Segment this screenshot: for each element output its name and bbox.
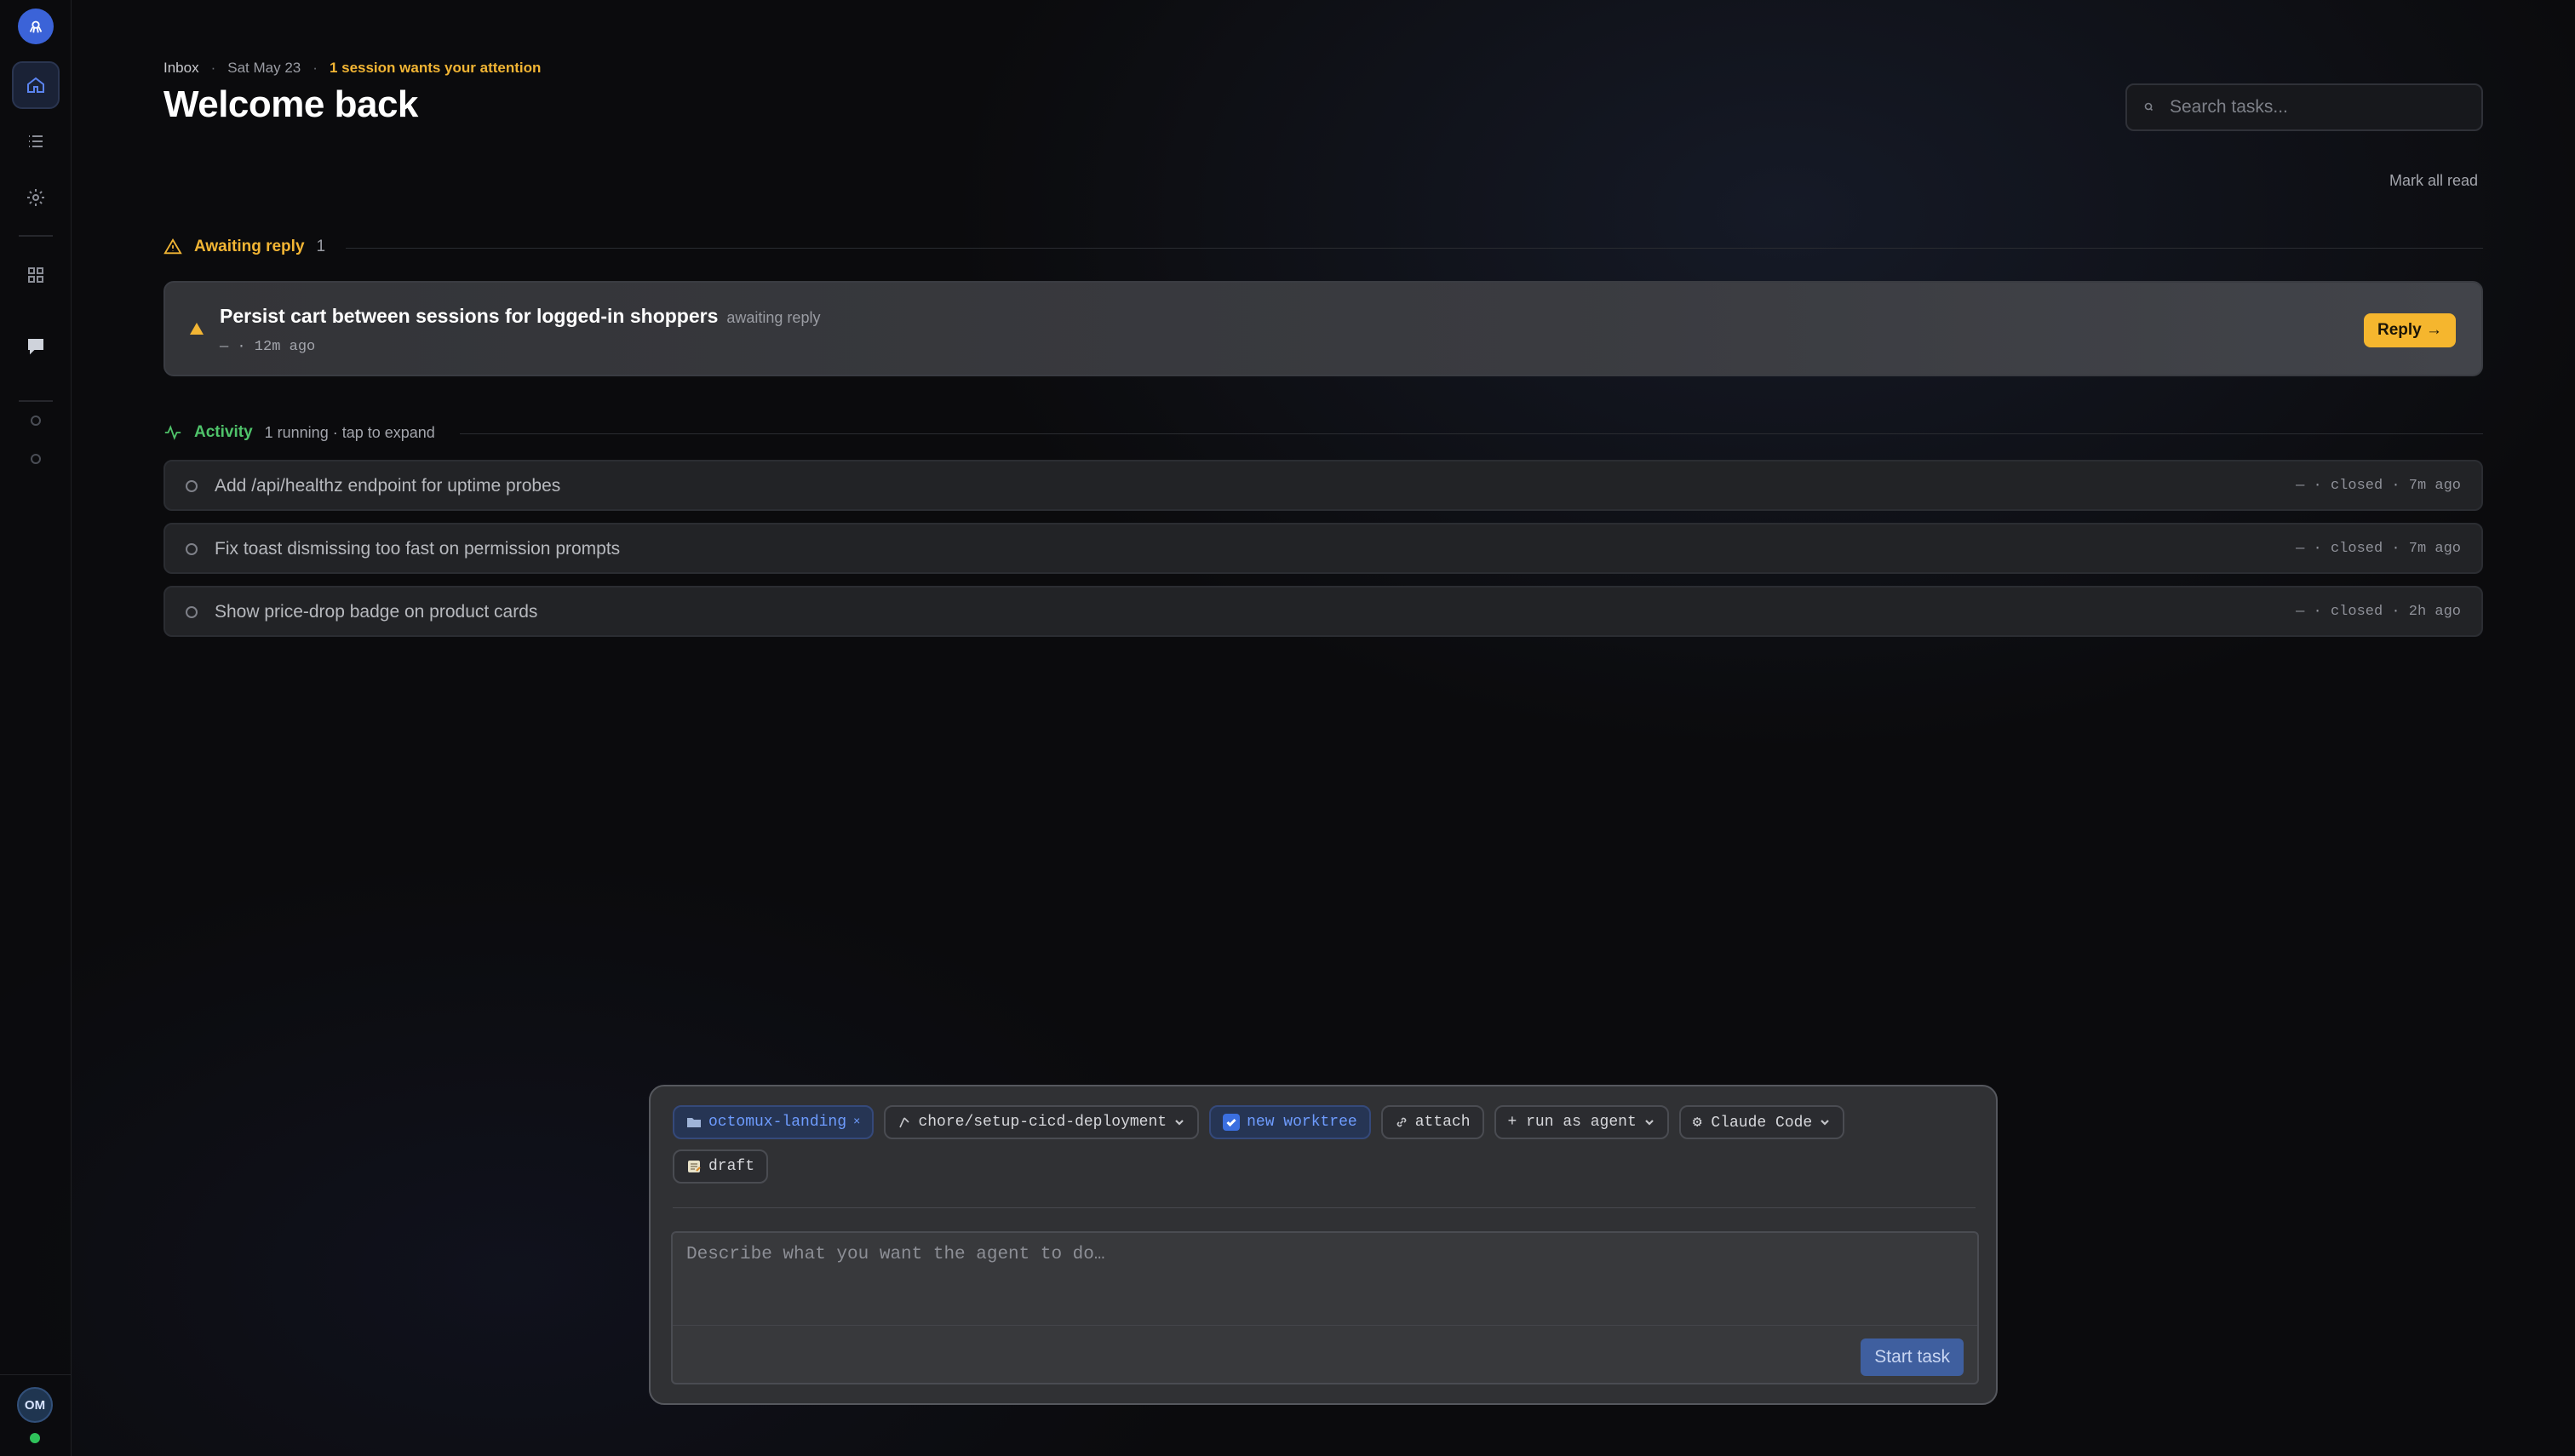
- branch-icon: [899, 1117, 910, 1128]
- search-box[interactable]: [2125, 83, 2483, 131]
- folder-icon: [687, 1118, 701, 1127]
- awaiting-section-header: Awaiting reply 1: [163, 238, 325, 256]
- avatar[interactable]: OM: [17, 1387, 53, 1423]
- section-divider: [346, 248, 2483, 249]
- agent-selector[interactable]: ⚙ Claude Code: [1678, 1105, 1845, 1139]
- task-meta: — · 12m ago: [220, 339, 316, 355]
- composer-divider: [673, 1207, 1976, 1208]
- memo-icon: [688, 1161, 701, 1172]
- activity-title: Add /api/healthz endpoint for uptime pro…: [215, 476, 561, 496]
- activity-row[interactable]: Add /api/healthz endpoint for uptime pro…: [163, 460, 2483, 511]
- breadcrumb-separator: ·: [210, 60, 216, 76]
- session-dot-icon[interactable]: [31, 454, 41, 464]
- session-dot-icon[interactable]: [31, 416, 41, 426]
- chevron-down-icon: [1644, 1120, 1654, 1126]
- attention-notice: 1 session wants your attention: [329, 60, 542, 76]
- awaiting-task-card[interactable]: Persist cart between sessions for logged…: [163, 281, 2483, 376]
- run-as-selector[interactable]: + run as agent: [1494, 1105, 1669, 1139]
- attach-button[interactable]: attach: [1380, 1105, 1484, 1139]
- agent-label: ⚙ Claude Code: [1692, 1115, 1813, 1132]
- logo-icon[interactable]: [18, 9, 54, 44]
- link-icon: [1396, 1117, 1407, 1127]
- activity-label: Activity: [194, 423, 253, 441]
- remove-repo-icon[interactable]: ×: [853, 1115, 860, 1129]
- chat-bubble-icon: [28, 339, 43, 355]
- sidebar-item-home[interactable]: [12, 61, 60, 109]
- breadcrumb-separator: ·: [313, 60, 318, 76]
- worktree-label: new worktree: [1247, 1114, 1357, 1131]
- start-task-button[interactable]: Start task: [1861, 1338, 1964, 1376]
- activity-meta: — · closed · 7m ago: [2296, 478, 2461, 494]
- task-title: Persist cart between sessions for logged…: [220, 305, 820, 328]
- warning-icon: [163, 238, 182, 255]
- sidebar-item-tasks[interactable]: [12, 118, 60, 165]
- activity-row[interactable]: Show price-drop badge on product cards —…: [163, 586, 2483, 637]
- breadcrumb-inbox[interactable]: Inbox: [163, 60, 199, 77]
- status-circle-icon: [186, 606, 198, 618]
- breadcrumb: Inbox · Sat May 23 · 1 session wants you…: [163, 60, 541, 77]
- warning-icon: [190, 323, 204, 335]
- task-title-text: Persist cart between sessions for logged…: [220, 305, 719, 327]
- sidebar-divider: [19, 400, 53, 402]
- sidebar-item-settings[interactable]: [12, 174, 60, 221]
- gear-icon: [27, 189, 44, 206]
- current-date: Sat May 23: [227, 60, 301, 76]
- activity-subtitle[interactable]: 1 running · tap to expand: [265, 424, 435, 442]
- draft-chip[interactable]: draft: [673, 1149, 769, 1184]
- chevron-down-icon: [1175, 1120, 1184, 1126]
- awaiting-label: Awaiting reply: [194, 238, 305, 255]
- sidebar: OM: [0, 0, 72, 1456]
- search-input[interactable]: [2170, 97, 2459, 118]
- awaiting-count: 1: [316, 238, 326, 255]
- task-composer: octomux-landing × chore/setup-cicd-deplo…: [649, 1085, 1998, 1405]
- repo-chip[interactable]: octomux-landing ×: [673, 1105, 875, 1139]
- online-status-icon: [30, 1433, 40, 1443]
- branch-selector[interactable]: chore/setup-cicd-deployment: [884, 1105, 1200, 1139]
- activity-section-header: Activity 1 running · tap to expand: [163, 423, 435, 442]
- activity-title: Fix toast dismissing too fast on permiss…: [215, 539, 621, 559]
- home-icon: [27, 77, 44, 93]
- draft-label: draft: [708, 1158, 755, 1175]
- attach-label: attach: [1414, 1114, 1471, 1131]
- search-icon: [2144, 102, 2153, 112]
- prompt-box: Start task: [671, 1231, 1979, 1384]
- activity-meta: — · closed · 2h ago: [2296, 604, 2461, 620]
- checkbox-checked-icon[interactable]: [1223, 1114, 1241, 1131]
- prompt-divider: [673, 1325, 1977, 1326]
- activity-pulse-icon: [164, 425, 181, 440]
- activity-meta: — · closed · 7m ago: [2296, 541, 2461, 557]
- sidebar-item-apps[interactable]: [12, 251, 60, 299]
- prompt-input[interactable]: [686, 1245, 1964, 1321]
- new-worktree-toggle[interactable]: new worktree: [1209, 1105, 1371, 1139]
- branch-name: chore/setup-cicd-deployment: [918, 1114, 1167, 1131]
- list-icon: [29, 135, 43, 147]
- chevron-down-icon: [1821, 1120, 1830, 1126]
- run-as-label: + run as agent: [1507, 1114, 1637, 1131]
- activity-title: Show price-drop badge on product cards: [215, 602, 538, 622]
- activity-row[interactable]: Fix toast dismissing too fast on permiss…: [163, 523, 2483, 574]
- sidebar-divider: [19, 235, 53, 237]
- status-circle-icon: [186, 543, 198, 555]
- task-status: awaiting reply: [726, 309, 821, 326]
- status-circle-icon: [186, 480, 198, 492]
- sidebar-item-chat[interactable]: [12, 322, 60, 370]
- repo-name: octomux-landing: [708, 1114, 847, 1131]
- reply-button[interactable]: Reply →: [2363, 313, 2456, 347]
- page-title: Welcome back: [163, 83, 418, 125]
- grid-icon: [28, 267, 43, 283]
- composer-options: octomux-landing × chore/setup-cicd-deplo…: [673, 1105, 1950, 1184]
- section-divider: [460, 433, 2483, 434]
- mark-all-read-button[interactable]: Mark all read: [2389, 172, 2478, 190]
